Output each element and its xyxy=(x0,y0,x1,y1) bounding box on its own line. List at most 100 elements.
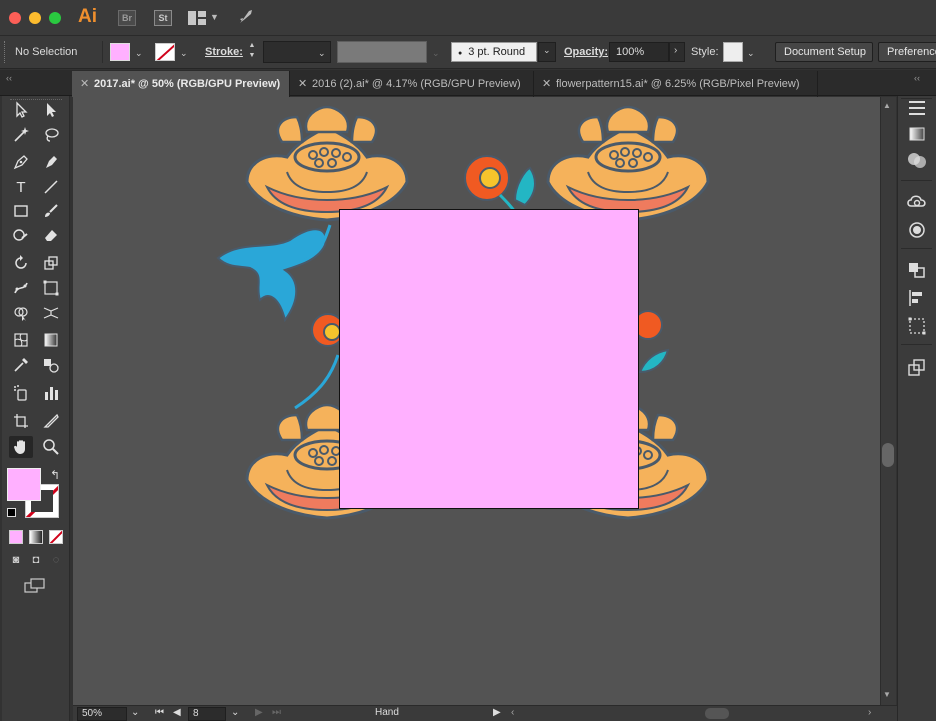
puppet-warp-tool-icon[interactable] xyxy=(9,277,33,299)
panel-grip[interactable] xyxy=(4,41,7,63)
selected-rectangle[interactable] xyxy=(339,209,639,509)
vertical-scroll-thumb[interactable] xyxy=(882,443,894,467)
opacity-label[interactable]: Opacity: xyxy=(564,46,608,58)
pen-tool-icon[interactable] xyxy=(9,151,33,173)
artboard-canvas[interactable] xyxy=(73,97,880,705)
hand-tool-icon[interactable] xyxy=(9,436,33,458)
graphic-style-swatch[interactable] xyxy=(723,42,743,62)
close-icon[interactable]: ✕ xyxy=(80,77,94,90)
chevron-down-icon[interactable]: ⌄ xyxy=(318,48,326,59)
preferences-button[interactable]: Preferences xyxy=(878,42,936,62)
status-menu-icon[interactable]: ▶ xyxy=(493,707,501,718)
color-guide-panel-icon[interactable] xyxy=(906,220,928,240)
curvature-tool-icon[interactable] xyxy=(39,151,63,173)
type-tool-icon[interactable]: T xyxy=(9,176,33,198)
chevron-down-icon[interactable]: ⌄ xyxy=(180,48,188,59)
fill-swatch[interactable] xyxy=(7,468,41,501)
scroll-right-icon[interactable]: › xyxy=(868,707,871,718)
blend-tool-icon[interactable] xyxy=(39,354,63,376)
gradient-tool-icon[interactable] xyxy=(39,329,63,351)
window-maximize-button[interactable] xyxy=(49,12,61,24)
zoom-tool-icon[interactable] xyxy=(39,436,63,458)
properties-panel-icon[interactable] xyxy=(906,98,928,118)
artboards-panel-icon[interactable] xyxy=(906,358,928,378)
paintbrush-tool-icon[interactable] xyxy=(39,200,63,222)
default-fill-stroke-icon[interactable] xyxy=(7,508,16,517)
scroll-left-icon[interactable]: ‹ xyxy=(511,707,514,718)
stroke-color-swatch[interactable] xyxy=(155,43,175,61)
vertical-scrollbar[interactable] xyxy=(880,97,896,705)
chevron-down-icon[interactable]: ⌄ xyxy=(747,48,755,59)
gradient-panel-icon[interactable] xyxy=(906,124,928,144)
chevron-down-icon[interactable]: ⌄ xyxy=(131,707,139,718)
panel-dock xyxy=(897,96,936,721)
creative-cloud-libraries-icon[interactable] xyxy=(906,192,928,212)
line-segment-tool-icon[interactable] xyxy=(39,176,63,198)
color-mode-button[interactable] xyxy=(9,530,23,544)
collapse-dock-icon[interactable]: ‹‹ xyxy=(914,73,920,83)
variable-width-profile[interactable] xyxy=(337,41,427,63)
chevron-down-icon[interactable]: ▼ xyxy=(210,12,219,22)
gradient-mode-button[interactable] xyxy=(29,530,43,544)
last-artboard-icon[interactable]: ⏭ xyxy=(272,707,281,718)
arrange-documents-icon[interactable] xyxy=(188,11,206,25)
shape-builder-tool-icon[interactable] xyxy=(9,302,33,324)
eyedropper-tool-icon[interactable] xyxy=(9,354,33,376)
window-minimize-button[interactable] xyxy=(29,12,41,24)
artboard-tool-icon[interactable] xyxy=(9,410,33,432)
brush-dropdown[interactable]: ⌄ xyxy=(538,42,556,62)
fill-color-swatch[interactable] xyxy=(110,43,130,61)
symbol-sprayer-tool-icon[interactable] xyxy=(9,382,33,404)
change-screen-mode-icon[interactable] xyxy=(24,578,46,594)
previous-artboard-icon[interactable]: ◀ xyxy=(173,707,181,718)
chevron-down-icon[interactable]: ⌄ xyxy=(231,707,239,718)
horizontal-scroll-thumb[interactable] xyxy=(705,708,729,719)
draw-normal-icon[interactable]: ◙ xyxy=(8,554,24,568)
scroll-down-icon[interactable]: ▼ xyxy=(883,690,891,699)
draw-behind-icon[interactable]: ◘ xyxy=(28,554,44,568)
transparency-panel-icon[interactable] xyxy=(906,150,928,170)
align-panel-icon[interactable] xyxy=(906,288,928,308)
free-transform-tool-icon[interactable] xyxy=(39,277,63,299)
scroll-up-icon[interactable]: ▲ xyxy=(883,101,891,110)
tab-2016-2[interactable]: ✕ 2016 (2).ai* @ 4.17% (RGB/GPU Preview) xyxy=(290,71,534,97)
close-icon[interactable]: ✕ xyxy=(542,77,556,90)
opacity-expand-button[interactable]: › xyxy=(669,42,685,62)
magic-wand-tool-icon[interactable] xyxy=(9,124,33,146)
opacity-field[interactable]: 100% xyxy=(609,42,669,62)
transform-panel-icon[interactable] xyxy=(906,316,928,336)
stock-button[interactable]: St xyxy=(154,10,172,26)
pathfinder-panel-icon[interactable] xyxy=(906,260,928,280)
scale-tool-icon[interactable] xyxy=(39,252,63,274)
shaper-tool-icon[interactable] xyxy=(9,224,33,246)
bridge-button[interactable]: Br xyxy=(118,10,136,26)
none-mode-button[interactable] xyxy=(49,530,63,544)
collapse-toolbar-icon[interactable]: ‹‹ xyxy=(6,73,12,83)
close-icon[interactable]: ✕ xyxy=(298,77,312,90)
document-setup-button[interactable]: Document Setup xyxy=(775,42,873,62)
slice-tool-icon[interactable] xyxy=(39,410,63,432)
first-artboard-icon[interactable]: ⏮ xyxy=(155,707,164,718)
column-graph-tool-icon[interactable] xyxy=(39,382,63,404)
perspective-grid-tool-icon[interactable] xyxy=(39,302,63,324)
selection-tool-icon[interactable] xyxy=(9,99,33,121)
swap-fill-stroke-icon[interactable]: ↰ xyxy=(50,468,60,482)
chevron-down-icon[interactable]: ⌄ xyxy=(135,48,143,59)
tab-2017[interactable]: ✕ 2017.ai* @ 50% (RGB/GPU Preview) xyxy=(72,71,290,97)
stroke-weight-stepper[interactable]: ▲ ▼ xyxy=(246,41,258,63)
direct-selection-tool-icon[interactable] xyxy=(39,99,63,121)
lasso-tool-icon[interactable] xyxy=(39,124,63,146)
rectangle-tool-icon[interactable] xyxy=(9,200,33,222)
window-close-button[interactable] xyxy=(9,12,21,24)
gpu-performance-icon[interactable] xyxy=(238,9,254,25)
next-artboard-icon[interactable]: ▶ xyxy=(255,707,263,718)
tab-flowerpattern15[interactable]: ✕ flowerpattern15.ai* @ 6.25% (RGB/Pixel … xyxy=(534,71,818,97)
artboard-number-field[interactable]: 8 xyxy=(188,707,226,721)
mesh-tool-icon[interactable] xyxy=(9,329,33,351)
brush-definition-field[interactable]: ● 3 pt. Round xyxy=(451,42,537,62)
eraser-tool-icon[interactable] xyxy=(39,224,63,246)
rotate-tool-icon[interactable] xyxy=(9,252,33,274)
draw-inside-icon[interactable]: ◌ xyxy=(48,554,64,568)
stroke-label[interactable]: Stroke: xyxy=(205,46,243,58)
zoom-level-field[interactable]: 50% xyxy=(77,707,127,721)
